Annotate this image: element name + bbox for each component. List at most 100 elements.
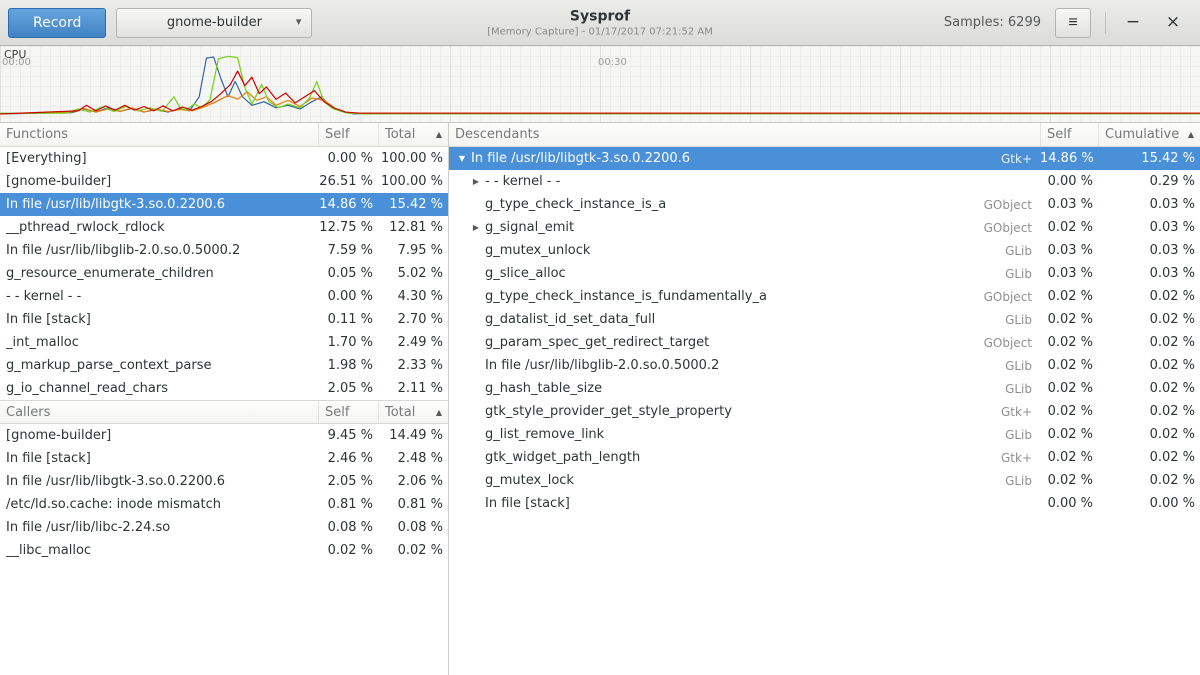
table-row[interactable]: - - kernel - -0.00 %4.30 % — [0, 285, 448, 308]
table-row[interactable]: __libc_malloc0.02 %0.02 % — [0, 539, 448, 562]
header-bar: Record gnome-builder ▾ Sysprof [Memory C… — [0, 0, 1200, 46]
cumulative-value: 0.02 % — [1098, 427, 1200, 442]
descendant-name-cell: ▼In file /usr/lib/libgtk-3.so.0.2200.6Gt… — [449, 151, 1040, 166]
menu-button[interactable]: ≡ — [1055, 8, 1091, 38]
self-value: 0.00 % — [1040, 174, 1098, 189]
header-right: Samples: 6299 ≡ − × — [944, 8, 1186, 38]
descendants-table-header: Descendants Self Cumulative ▲ — [449, 123, 1200, 147]
time-label-start: 00:00 — [2, 57, 31, 68]
table-row[interactable]: __pthread_rwlock_rdlock12.75 %12.81 % — [0, 216, 448, 239]
record-button[interactable]: Record — [8, 8, 106, 38]
total-value: 100.00 % — [378, 174, 448, 189]
expand-icon[interactable]: ▶ — [469, 223, 483, 232]
tree-row[interactable]: In file [stack]0.00 %0.00 % — [449, 492, 1200, 515]
self-value: 14.86 % — [318, 197, 378, 212]
expand-icon[interactable]: ▶ — [469, 177, 483, 186]
collapse-icon[interactable]: ▼ — [455, 154, 469, 163]
descendant-name-cell: ▶- - kernel - - — [449, 174, 1040, 189]
column-header-self[interactable]: Self — [318, 401, 378, 423]
total-value: 2.49 % — [378, 335, 448, 350]
total-value: 14.49 % — [378, 428, 448, 443]
descendant-name-cell: g_mutex_lockGLib — [449, 473, 1040, 488]
cumulative-value: 0.02 % — [1098, 381, 1200, 396]
self-value: 2.05 % — [318, 474, 378, 489]
tree-row[interactable]: ▼In file /usr/lib/libgtk-3.so.0.2200.6Gt… — [449, 147, 1200, 170]
column-header-functions[interactable]: Functions — [0, 123, 318, 146]
close-button[interactable]: × — [1160, 10, 1186, 36]
tree-row[interactable]: g_type_check_instance_is_fundamentally_a… — [449, 285, 1200, 308]
descendant-name-cell: ▶g_signal_emitGObject — [449, 220, 1040, 235]
library-category: GLib — [993, 313, 1040, 327]
tree-row[interactable]: g_datalist_id_set_data_fullGLib0.02 %0.0… — [449, 308, 1200, 331]
tree-row[interactable]: g_param_spec_get_redirect_targetGObject0… — [449, 331, 1200, 354]
minimize-button[interactable]: − — [1120, 10, 1146, 36]
tree-row[interactable]: g_slice_allocGLib0.03 %0.03 % — [449, 262, 1200, 285]
process-selector[interactable]: gnome-builder ▾ — [116, 8, 312, 38]
column-header-callers[interactable]: Callers — [0, 401, 318, 423]
total-value: 2.11 % — [378, 381, 448, 396]
cumulative-value: 0.29 % — [1098, 174, 1200, 189]
function-name: g_signal_emit — [485, 220, 574, 235]
library-category: GLib — [993, 267, 1040, 281]
cumulative-value: 0.02 % — [1098, 404, 1200, 419]
self-value: 12.75 % — [318, 220, 378, 235]
column-header-descendants[interactable]: Descendants — [449, 123, 1040, 146]
table-row[interactable]: [gnome-builder]9.45 %14.49 % — [0, 424, 448, 447]
column-header-self[interactable]: Self — [1040, 123, 1098, 146]
self-value: 0.00 % — [1040, 496, 1098, 511]
function-name: In file /usr/lib/libglib-2.0.so.0.5000.2 — [485, 358, 719, 373]
self-value: 0.81 % — [318, 497, 378, 512]
self-value: 0.02 % — [1040, 312, 1098, 327]
tree-row[interactable]: g_hash_table_sizeGLib0.02 %0.02 % — [449, 377, 1200, 400]
table-row[interactable]: g_resource_enumerate_children0.05 %5.02 … — [0, 262, 448, 285]
descendants-table: Descendants Self Cumulative ▲ ▼In file /… — [449, 123, 1200, 515]
self-value: 14.86 % — [1040, 151, 1098, 166]
table-row[interactable]: g_markup_parse_context_parse1.98 %2.33 % — [0, 354, 448, 377]
self-value: 1.70 % — [318, 335, 378, 350]
functions-table-body: [Everything]0.00 %100.00 %[gnome-builder… — [0, 147, 448, 400]
cpu-graph[interactable]: CPU 00:00 00:30 — [0, 46, 1200, 123]
function-name: g_mutex_unlock — [485, 243, 590, 258]
table-row[interactable]: _int_malloc1.70 %2.49 % — [0, 331, 448, 354]
table-row[interactable]: /etc/ld.so.cache: inode mismatch0.81 %0.… — [0, 493, 448, 516]
total-value: 12.81 % — [378, 220, 448, 235]
tree-row[interactable]: g_list_remove_linkGLib0.02 %0.02 % — [449, 423, 1200, 446]
tree-row[interactable]: gtk_widget_path_lengthGtk+0.02 %0.02 % — [449, 446, 1200, 469]
self-value: 0.00 % — [318, 289, 378, 304]
self-value: 0.05 % — [318, 266, 378, 281]
cpu-series-red — [0, 71, 1200, 114]
cumulative-value: 15.42 % — [1098, 151, 1200, 166]
tree-row[interactable]: gtk_style_provider_get_style_propertyGtk… — [449, 400, 1200, 423]
table-row[interactable]: In file [stack]2.46 %2.48 % — [0, 447, 448, 470]
function-name: [gnome-builder] — [0, 428, 318, 443]
function-name: In file [stack] — [0, 451, 318, 466]
function-name: g_hash_table_size — [485, 381, 602, 396]
descendant-name-cell: g_datalist_id_set_data_fullGLib — [449, 312, 1040, 327]
tree-row[interactable]: ▶- - kernel - -0.00 %0.29 % — [449, 170, 1200, 193]
sysprof-window: Record gnome-builder ▾ Sysprof [Memory C… — [0, 0, 1200, 675]
table-row[interactable]: [Everything]0.00 %100.00 % — [0, 147, 448, 170]
table-row[interactable]: [gnome-builder]26.51 %100.00 % — [0, 170, 448, 193]
table-row[interactable]: In file /usr/lib/libgtk-3.so.0.2200.614.… — [0, 193, 448, 216]
column-header-self[interactable]: Self — [318, 123, 378, 146]
tree-row[interactable]: In file /usr/lib/libglib-2.0.so.0.5000.2… — [449, 354, 1200, 377]
self-value: 0.02 % — [1040, 381, 1098, 396]
cumulative-value: 0.03 % — [1098, 243, 1200, 258]
function-name: In file /usr/lib/libgtk-3.so.0.2200.6 — [0, 197, 318, 212]
function-name: __pthread_rwlock_rdlock — [0, 220, 318, 235]
descendant-name-cell: gtk_style_provider_get_style_propertyGtk… — [449, 404, 1040, 419]
table-row[interactable]: In file /usr/lib/libgtk-3.so.0.2200.62.0… — [0, 470, 448, 493]
tree-row[interactable]: g_type_check_instance_is_aGObject0.03 %0… — [449, 193, 1200, 216]
table-row[interactable]: In file /usr/lib/libglib-2.0.so.0.5000.2… — [0, 239, 448, 262]
library-category: GLib — [993, 244, 1040, 258]
tree-row[interactable]: g_mutex_unlockGLib0.03 %0.03 % — [449, 239, 1200, 262]
table-row[interactable]: In file /usr/lib/libc-2.24.so0.08 %0.08 … — [0, 516, 448, 539]
table-row[interactable]: In file [stack]0.11 %2.70 % — [0, 308, 448, 331]
sort-arrow-icon: ▲ — [1184, 130, 1194, 139]
column-header-total[interactable]: Total ▲ — [378, 401, 448, 423]
column-header-cumulative[interactable]: Cumulative ▲ — [1098, 123, 1200, 146]
tree-row[interactable]: ▶g_signal_emitGObject0.02 %0.03 % — [449, 216, 1200, 239]
tree-row[interactable]: g_mutex_lockGLib0.02 %0.02 % — [449, 469, 1200, 492]
column-header-total[interactable]: Total ▲ — [378, 123, 448, 146]
table-row[interactable]: g_io_channel_read_chars2.05 %2.11 % — [0, 377, 448, 400]
